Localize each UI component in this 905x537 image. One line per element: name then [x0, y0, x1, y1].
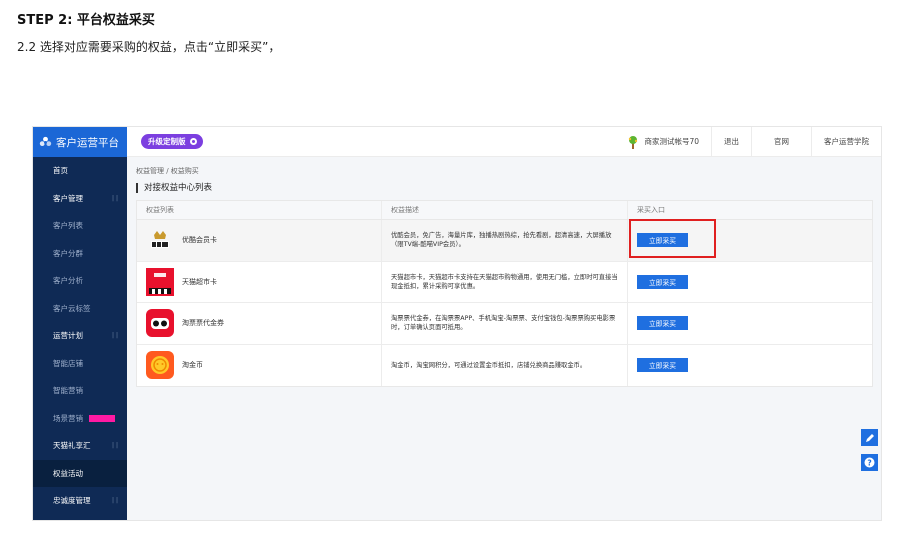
account-name: 商家测试帐号70: [644, 137, 699, 146]
table-row: 天猫超市卡 天猫超市卡，天猫超市卡支持在天猫超市购物通用，使用无门槛，立即时可直…: [137, 261, 872, 303]
benefit-name: 天猫超市卡: [182, 277, 217, 286]
benefit-name: 淘票票代金券: [182, 319, 224, 328]
account-menu[interactable]: 商家测试帐号70: [614, 127, 711, 156]
sidebar-item[interactable]: 首页: [33, 157, 127, 185]
expand-chevron-icon: | |: [112, 194, 118, 202]
taopiaopiao-logo-icon: [146, 309, 174, 338]
buy-now-button[interactable]: 立即采买: [637, 358, 688, 373]
sidebar-item-label: 智能店铺: [53, 358, 83, 368]
svg-text:?: ?: [867, 458, 871, 467]
highlight-box: [629, 219, 716, 258]
app-screenshot: 客户运营平台 首页客户管理 | | 客户列表客户分群客户分析客户云标签运营计划 | |…: [32, 126, 882, 521]
logout-link[interactable]: 退出: [711, 127, 751, 156]
benefit-desc: 优酷会员，免广告，海量片库，独播热剧热综，抢先看剧，超清高速，大屏播放（限TV端…: [391, 232, 612, 249]
expand-chevron-icon: | |: [112, 442, 118, 450]
sidebar-item[interactable]: 客户分析: [33, 267, 127, 295]
sidebar-item-label: 客户分析: [53, 276, 83, 286]
upgrade-button[interactable]: 升级定制版: [141, 134, 203, 149]
sidebar-item-label: 客户管理: [53, 193, 83, 203]
sidebar-item[interactable]: 客户列表: [33, 212, 127, 240]
youku-logo-icon: [146, 226, 174, 254]
benefit-name: 淘金币: [182, 361, 203, 370]
sidebar-item-label: 权益活动: [53, 468, 83, 478]
top-right-menu: 商家测试帐号70 退出 官网 客户运营学院: [614, 127, 881, 156]
tmall-logo-icon: [146, 267, 174, 296]
expand-chevron-icon: | |: [112, 332, 118, 340]
help-icon: ?: [864, 457, 875, 468]
upgrade-label: 升级定制版: [148, 137, 186, 146]
sidebar-item-label: 智能营销: [53, 386, 83, 396]
sidebar-item-label: 天猫礼享汇: [53, 441, 91, 451]
table-row: 优酷会员卡 优酷会员，免广告，海量片库，独播热剧热综，抢先看剧，超清高速，大屏播…: [137, 220, 872, 262]
benefit-desc: 淘票票代金券，在淘票票APP、手机淘宝-淘票票、支付宝钱包-淘票票购买电影票时，…: [391, 315, 616, 332]
sidebar-item[interactable]: 智能店铺: [33, 350, 127, 378]
sidebar-item[interactable]: 权益活动: [33, 459, 127, 487]
account-tree-icon: [629, 135, 638, 149]
upgrade-badge-icon: [189, 138, 197, 145]
table-row: 淘金币 淘金币，淘宝网积分，可通过设置金币抵扣，店铺兑换商品赚取金币。 立即采买: [137, 344, 872, 386]
help-float-button[interactable]: ?: [861, 454, 878, 471]
buy-now-button[interactable]: 立即采买: [637, 274, 688, 289]
sidebar-item-label: 运营计划: [53, 331, 83, 341]
sidebar-item-label: 场景营销: [53, 413, 83, 423]
step-title: STEP 2: 平台权益采买: [17, 13, 155, 28]
academy-link[interactable]: 客户运营学院: [811, 127, 881, 156]
sidebar-item[interactable]: 客户管理 | |: [33, 185, 127, 213]
buy-now-button[interactable]: 立即采买: [637, 316, 688, 331]
sidebar-item[interactable]: 客户分群: [33, 240, 127, 268]
benefit-desc: 淘金币，淘宝网积分，可通过设置金币抵扣，店铺兑换商品赚取金币。: [391, 361, 587, 369]
sidebar-item[interactable]: 场景营销: [33, 405, 127, 433]
top-bar: 升级定制版 商家测试帐号70 退出 官网 客户运营学院: [127, 127, 881, 157]
sidebar-item[interactable]: 智能营销: [33, 377, 127, 405]
step-subtitle: 2.2 选择对应需要采购的权益，点击“立即采买”，: [17, 40, 281, 54]
brand[interactable]: 客户运营平台: [33, 127, 127, 157]
breadcrumb: 权益管理 / 权益购买: [136, 167, 199, 175]
official-site-link[interactable]: 官网: [751, 127, 811, 156]
pencil-icon: [865, 433, 874, 442]
sidebar-item[interactable]: 运营计划 | |: [33, 322, 127, 350]
sidebar-item[interactable]: 客户云标签: [33, 295, 127, 323]
benefit-name: 优酷会员卡: [182, 236, 217, 245]
section-title: 对接权益中心列表: [136, 183, 212, 193]
sidebar-item-label: 客户列表: [53, 221, 83, 231]
brand-title: 客户运营平台: [56, 136, 119, 149]
benefit-desc: 天猫超市卡，天猫超市卡支持在天猫超市购物通用，使用无门槛，立即时可直接当现金抵扣…: [391, 273, 618, 290]
taojinbi-logo-icon: [146, 351, 174, 380]
sidebar-item-label: 客户分群: [53, 248, 83, 258]
brand-flower-icon: [39, 136, 52, 146]
table-row: 淘票票代金券 淘票票代金券，在淘票票APP、手机淘宝-淘票票、支付宝钱包-淘票票…: [137, 303, 872, 345]
sidebar: 客户运营平台 首页客户管理 | | 客户列表客户分群客户分析客户云标签运营计划 | |…: [33, 127, 127, 520]
header-benefit-list: 权益列表: [137, 201, 382, 219]
table-header: 权益列表 权益描述 采买入口: [137, 201, 872, 220]
sidebar-item-label: 忠诚度管理: [53, 496, 91, 506]
header-benefit-desc: 权益描述: [382, 201, 628, 219]
hot-badge: [89, 414, 115, 422]
sidebar-item-label: 首页: [53, 166, 68, 176]
header-purchase-entry: 采买入口: [637, 206, 665, 214]
sidebar-item-label: 客户云标签: [53, 303, 91, 313]
sidebar-nav: 首页客户管理 | | 客户列表客户分群客户分析客户云标签运营计划 | | 智能店铺智能营…: [33, 157, 127, 515]
sidebar-item[interactable]: 忠诚度管理 | |: [33, 487, 127, 515]
sidebar-item[interactable]: 天猫礼享汇 | |: [33, 432, 127, 460]
edit-float-button[interactable]: [861, 429, 878, 446]
benefits-table: 权益列表 权益描述 采买入口 优酷会员卡 优酷会员，免广告，海量片库，独播热剧热…: [136, 200, 873, 387]
expand-chevron-icon: | |: [112, 497, 118, 505]
